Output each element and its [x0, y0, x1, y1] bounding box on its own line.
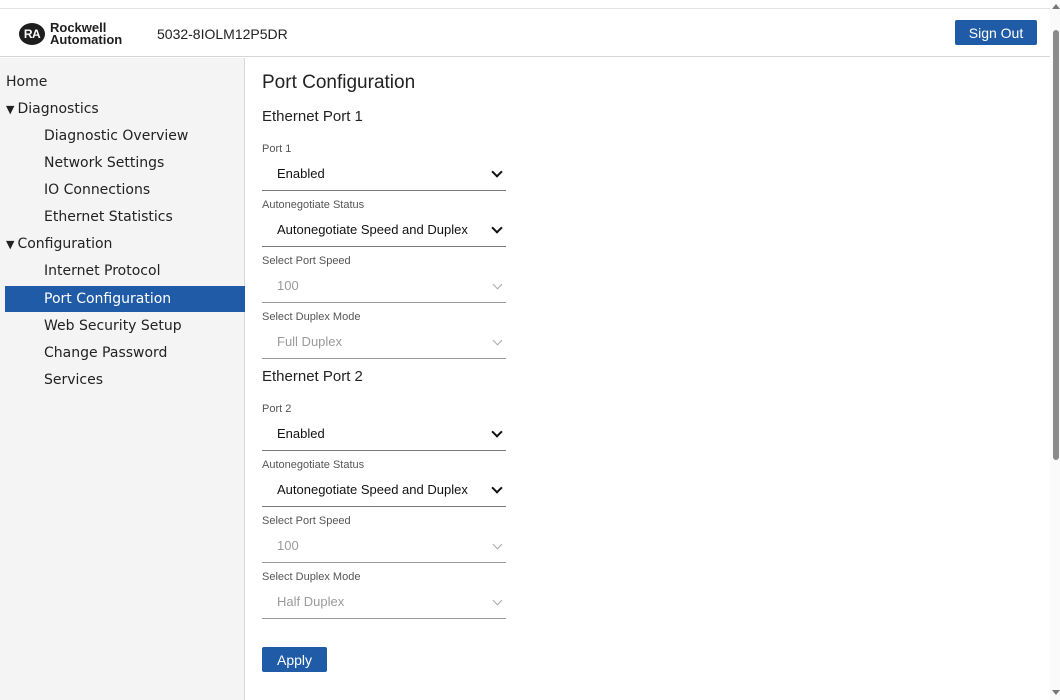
sidebar-item-network-settings[interactable]: Network Settings	[5, 150, 245, 176]
select-value: Half Duplex	[277, 594, 345, 609]
sidebar-item-io-connections[interactable]: IO Connections	[5, 177, 245, 203]
scroll-up-arrow-icon[interactable]	[1052, 4, 1060, 9]
sidebar-nav: Home ▼ Diagnostics Diagnostic Overview Ne…	[0, 58, 245, 700]
sidebar-item-configuration[interactable]: ▼ Configuration	[5, 231, 245, 257]
logo-line2: Automation	[50, 32, 123, 47]
select-value: Autonegotiate Speed and Duplex	[277, 222, 468, 237]
field-label: Autonegotiate Status	[262, 459, 365, 471]
chevron-down-icon	[491, 166, 503, 178]
sidebar-item-home[interactable]: Home	[5, 69, 245, 95]
sidebar-item-label: Network Settings	[44, 155, 165, 171]
select-value: 100	[277, 278, 299, 293]
sidebar-item-change-password[interactable]: Change Password	[5, 340, 245, 366]
sidebar-item-internet-protocol[interactable]: Internet Protocol	[5, 258, 245, 284]
sidebar-item-label: Diagnostics	[17, 101, 99, 117]
sign-out-button[interactable]: Sign Out	[955, 20, 1037, 45]
port2-duplex-select: Half Duplex	[262, 592, 506, 619]
port1-autonegotiate-field: Autonegotiate Status Autonegotiate Speed…	[262, 198, 506, 247]
sidebar-item-services[interactable]: Services	[5, 367, 245, 393]
rockwell-logo: RA Rockwell Automation	[19, 21, 123, 47]
port2-enable-select[interactable]: Enabled	[262, 424, 506, 451]
sidebar-item-ethernet-statistics[interactable]: Ethernet Statistics	[5, 204, 245, 230]
sidebar-item-label: Services	[44, 372, 104, 388]
port1-speed-select: 100	[262, 276, 506, 303]
port1-enable-select[interactable]: Enabled	[262, 164, 506, 191]
sidebar-item-label: Home	[6, 74, 48, 90]
sidebar-item-label: Configuration	[17, 236, 113, 252]
port2-autonegotiate-select[interactable]: Autonegotiate Speed and Duplex	[262, 480, 506, 507]
port2-speed-field: Select Port Speed 100	[262, 514, 506, 563]
field-label: Port 2	[262, 403, 292, 415]
sidebar-item-label: Web Security Setup	[44, 318, 182, 334]
field-label: Select Port Speed	[262, 255, 351, 267]
port2-speed-select: 100	[262, 536, 506, 563]
logo-text: Rockwell Automation	[50, 21, 123, 47]
ethernet-port-2-heading: Ethernet Port 2	[262, 368, 363, 385]
port2-duplex-field: Select Duplex Mode Half Duplex	[262, 570, 506, 619]
sidebar-item-label: Port Configuration	[44, 291, 172, 307]
select-value: Enabled	[277, 166, 325, 181]
sidebar-item-port-configuration[interactable]: Port Configuration	[5, 286, 245, 312]
sidebar-item-label: IO Connections	[44, 182, 151, 198]
apply-button[interactable]: Apply	[262, 647, 327, 672]
field-label: Select Duplex Mode	[262, 311, 361, 323]
chevron-down-icon	[491, 222, 503, 234]
port1-speed-field: Select Port Speed 100	[262, 254, 506, 303]
port1-autonegotiate-select[interactable]: Autonegotiate Speed and Duplex	[262, 220, 506, 247]
chevron-down-icon	[492, 279, 503, 290]
field-label: Select Duplex Mode	[262, 571, 361, 583]
sidebar-item-label: Ethernet Statistics	[44, 209, 173, 225]
select-value: Enabled	[277, 426, 325, 441]
sidebar-item-label: Internet Protocol	[44, 263, 161, 279]
sidebar-item-web-security-setup[interactable]: Web Security Setup	[5, 313, 245, 339]
scrollbar-thumb[interactable]	[1053, 30, 1059, 460]
chevron-down-icon	[492, 335, 503, 346]
field-label: Select Port Speed	[262, 515, 351, 527]
port1-duplex-select: Full Duplex	[262, 332, 506, 359]
sidebar-item-diagnostic-overview[interactable]: Diagnostic Overview	[5, 123, 245, 149]
chevron-down-icon	[491, 426, 503, 438]
port2-enable-field: Port 2 Enabled	[262, 402, 506, 451]
select-value: Full Duplex	[277, 334, 343, 349]
port1-duplex-field: Select Duplex Mode Full Duplex	[262, 310, 506, 359]
expand-triangle-icon: ▼	[6, 103, 15, 116]
sidebar-item-diagnostics[interactable]: ▼ Diagnostics	[5, 96, 245, 122]
port2-autonegotiate-field: Autonegotiate Status Autonegotiate Speed…	[262, 458, 506, 507]
field-label: Port 1	[262, 143, 292, 155]
ethernet-port-1-heading: Ethernet Port 1	[262, 108, 363, 125]
sidebar-item-label: Change Password	[44, 345, 168, 361]
port1-enable-field: Port 1 Enabled	[262, 142, 506, 191]
chevron-down-icon	[492, 539, 503, 550]
chevron-down-icon	[492, 595, 503, 606]
top-header: RA Rockwell Automation 5032-8IOLM12P5DR …	[0, 8, 1056, 57]
scroll-down-arrow-icon[interactable]	[1052, 690, 1060, 695]
select-value: 100	[277, 538, 299, 553]
field-label: Autonegotiate Status	[262, 199, 365, 211]
device-name: 5032-8IOLM12P5DR	[157, 26, 288, 42]
expand-triangle-icon: ▼	[6, 238, 15, 251]
sidebar-item-label: Diagnostic Overview	[44, 128, 189, 144]
select-value: Autonegotiate Speed and Duplex	[277, 482, 468, 497]
page-title: Port Configuration	[262, 72, 416, 93]
ra-logo-icon: RA	[19, 23, 45, 45]
chevron-down-icon	[491, 482, 503, 494]
